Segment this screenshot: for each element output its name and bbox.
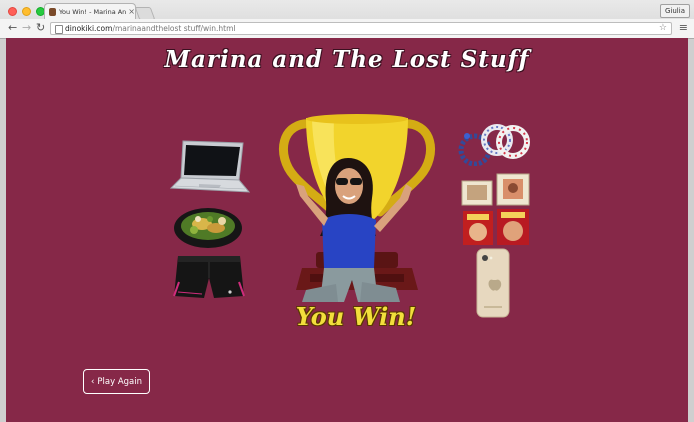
browser-tab[interactable]: You Win! - Marina And × (44, 3, 136, 19)
favicon-icon (49, 7, 56, 16)
salad-bowl-image (174, 208, 242, 248)
picture-books-image (463, 209, 529, 245)
back-arrow-icon[interactable]: ← (8, 22, 17, 34)
user-profile-button[interactable]: Giulia (660, 4, 690, 18)
url-domain: dinokiki.com (65, 24, 113, 33)
tab-title: You Win! - Marina And (58, 7, 127, 16)
forward-arrow-icon[interactable]: → (22, 22, 31, 34)
url-text: dinokiki.com/marinaandthelost stuff/win.… (65, 23, 235, 34)
framed-pictures-image (461, 173, 530, 206)
close-window-button[interactable] (8, 7, 17, 16)
page-title: Marina and The Lost Stuff (164, 46, 530, 73)
bookmark-star-icon[interactable]: ☆ (659, 23, 667, 34)
bracelets-image (458, 124, 530, 166)
phone-image (476, 248, 510, 318)
play-again-button[interactable]: ‹ Play Again (83, 369, 150, 394)
menu-icon[interactable]: ≡ (679, 22, 688, 34)
page-info-icon (55, 25, 63, 34)
reload-icon[interactable]: ↻ (36, 22, 45, 34)
chevron-left-icon: ‹ (90, 376, 95, 387)
win-message: You Win! (295, 302, 417, 331)
window-controls (8, 7, 45, 16)
browser-chrome: You Win! - Marina And × Giulia ← → ↻ din… (0, 0, 694, 39)
browser-toolbar: ← → ↻ dinokiki.com/marinaandthelost stuf… (0, 19, 694, 38)
tab-close-icon[interactable]: × (128, 7, 135, 16)
winner-photo-image (296, 158, 412, 302)
play-again-label: Play Again (97, 376, 142, 387)
shorts-image (173, 256, 245, 298)
minimize-window-button[interactable] (22, 7, 31, 16)
url-path: /marinaandthelost stuff/win.html (112, 24, 236, 33)
game-win-page: Marina and The Lost Stuff You Win! ‹ Pla… (6, 38, 688, 422)
laptop-image (169, 140, 251, 193)
address-bar[interactable]: dinokiki.com/marinaandthelost stuff/win.… (50, 22, 672, 35)
